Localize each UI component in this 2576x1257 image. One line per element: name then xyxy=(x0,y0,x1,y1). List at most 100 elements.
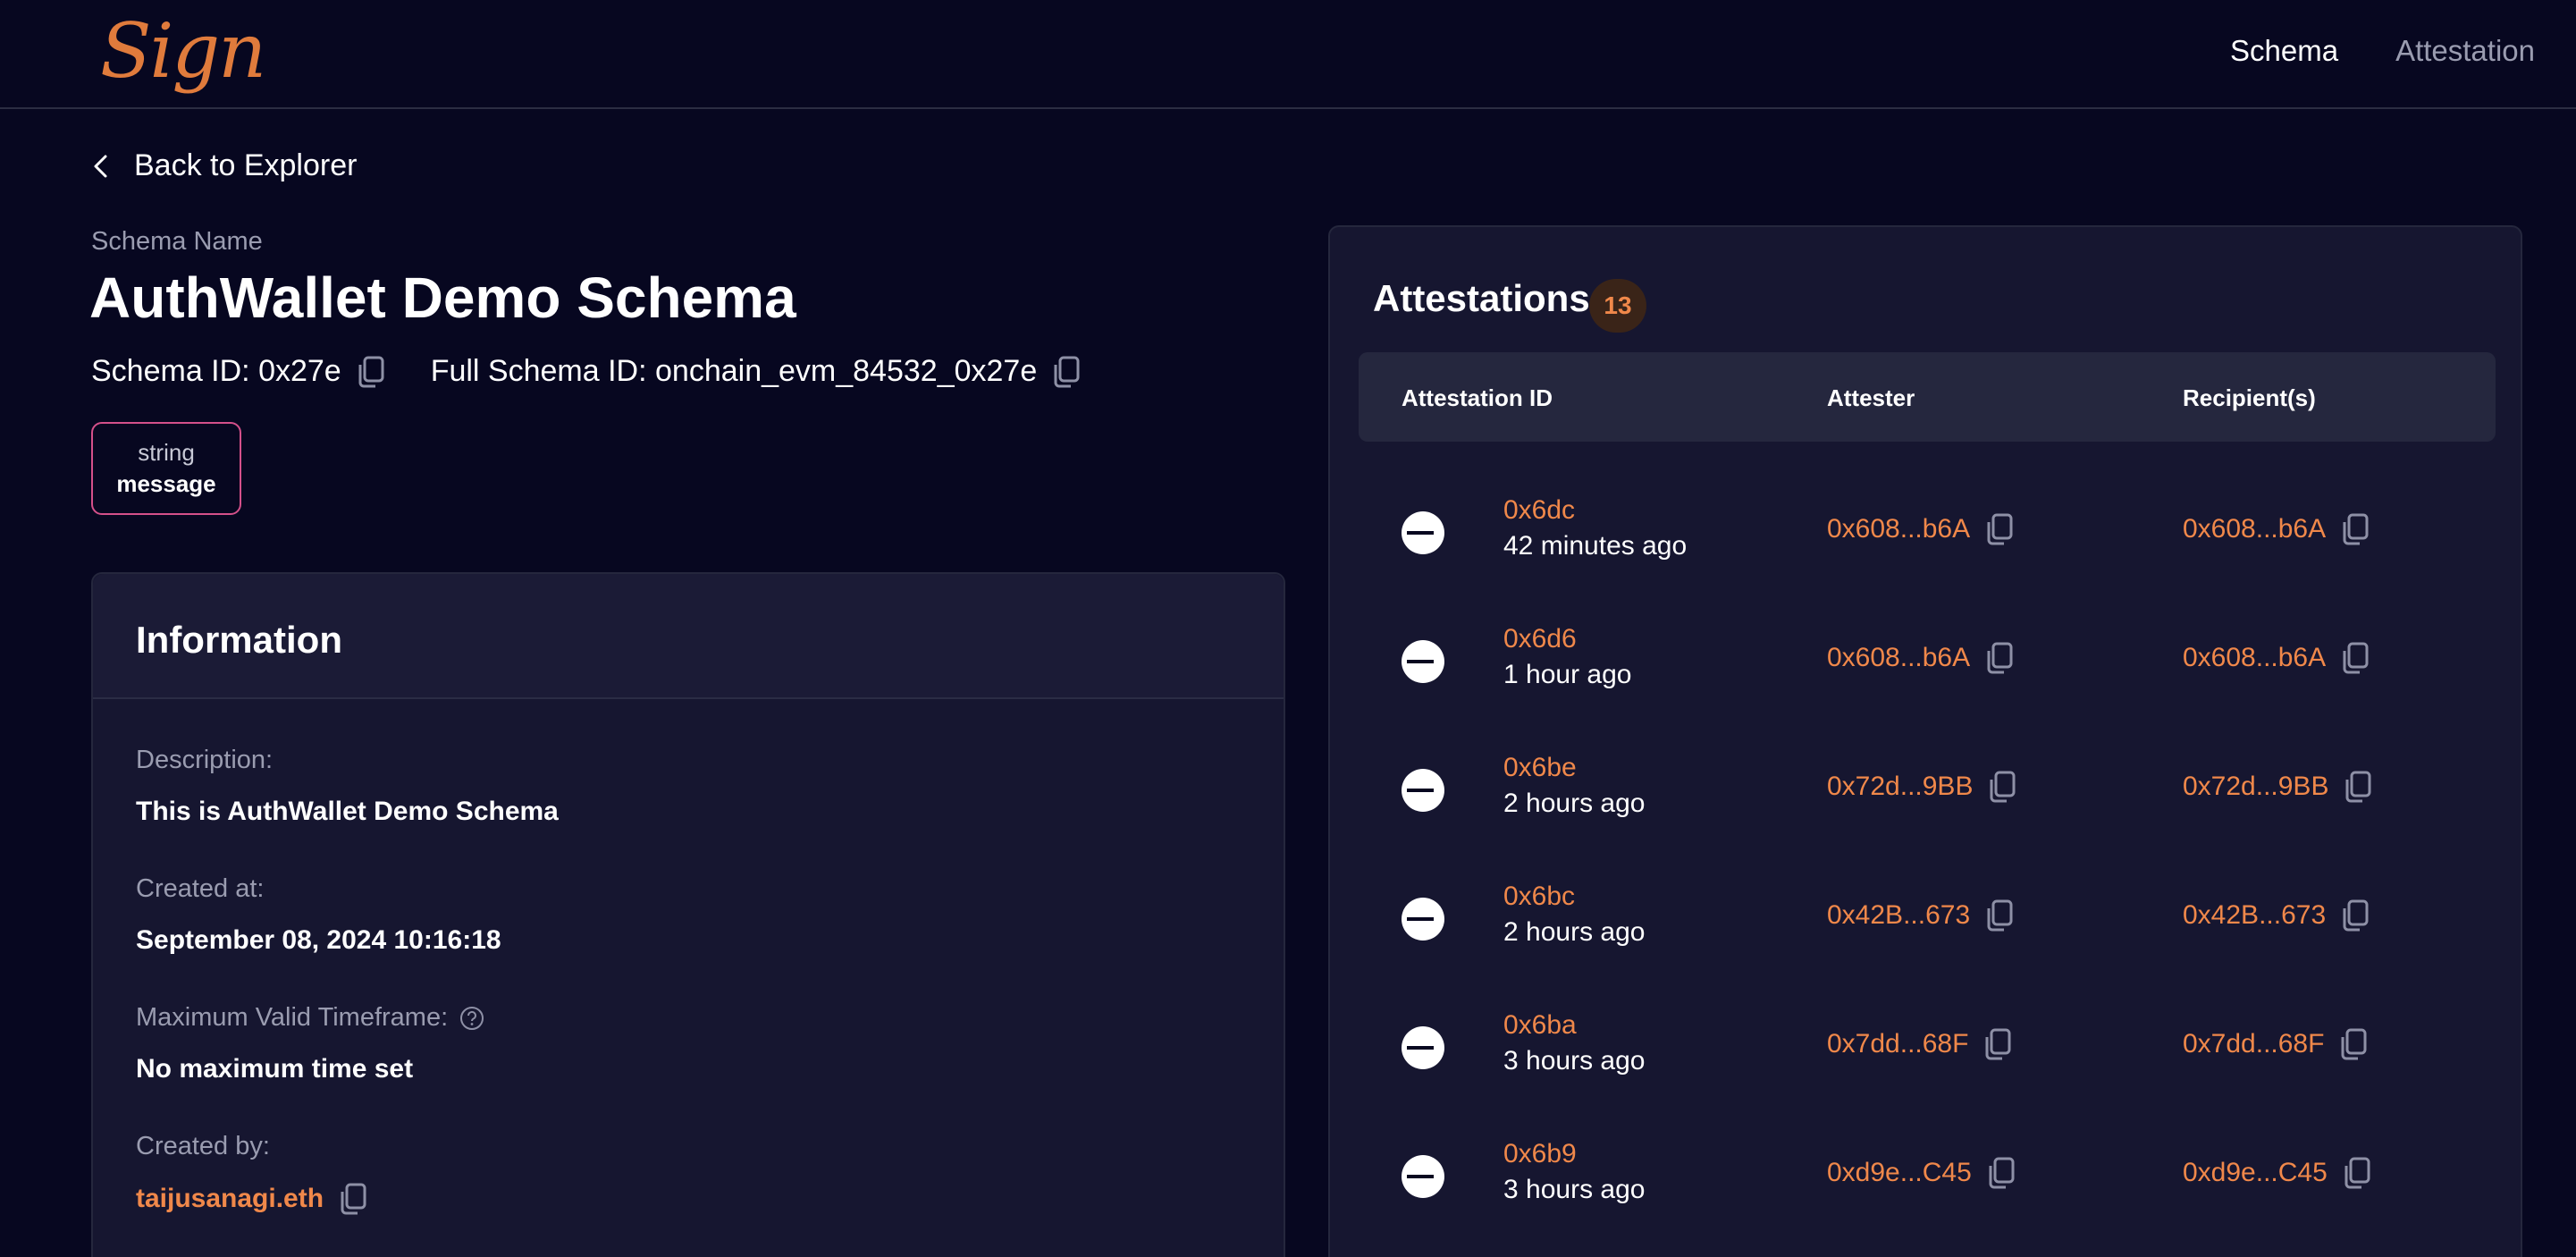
revoke-status-icon xyxy=(1402,1026,1444,1069)
max-timeframe-value: No maximum time set xyxy=(136,1054,414,1084)
description-value: This is AuthWallet Demo Schema xyxy=(136,797,559,826)
recipient-cell: 0x72d...9BB xyxy=(2183,771,2371,803)
attester-address-link[interactable]: 0x608...b6A xyxy=(1827,643,1970,673)
attester-address-link[interactable]: 0x72d...9BB xyxy=(1827,772,1973,802)
attestation-id-link[interactable]: 0x6d6 xyxy=(1503,624,1577,654)
attester-cell: 0x42B...673 xyxy=(1827,899,2013,932)
copy-icon[interactable] xyxy=(1988,1157,2015,1189)
attestation-time: 3 hours ago xyxy=(1503,1175,1646,1204)
recipient-cell: 0x608...b6A xyxy=(2183,513,2369,545)
created-by-link[interactable]: taijusanagi.eth xyxy=(136,1184,324,1214)
top-bar: Sign Schema Attestation xyxy=(0,0,2576,109)
description-label: Description: xyxy=(136,746,274,774)
copy-icon[interactable] xyxy=(2342,513,2369,545)
chevron-left-icon xyxy=(94,155,107,177)
recipient-address-link[interactable]: 0x608...b6A xyxy=(2183,643,2326,673)
copy-icon[interactable] xyxy=(2342,899,2369,932)
nav-attestation[interactable]: Attestation xyxy=(2395,34,2535,68)
sign-logo[interactable]: Sign xyxy=(100,7,266,95)
attestation-id-link[interactable]: 0x6ba xyxy=(1503,1010,1577,1041)
attestations-title: Attestations xyxy=(1373,277,1590,319)
table-row[interactable]: 0x6ba 3 hours ago 0x7dd...68F 0x7dd...68F xyxy=(1359,982,2496,1110)
attestation-id-link[interactable]: 0x6bc xyxy=(1503,882,1575,912)
information-title: Information xyxy=(136,619,342,661)
attestations-card: Attestations 13 Attestation ID Attester … xyxy=(1328,225,2522,1257)
copy-icon[interactable] xyxy=(340,1183,366,1215)
attestation-time: 2 hours ago xyxy=(1503,789,1646,818)
copy-icon[interactable] xyxy=(2344,1157,2370,1189)
recipient-address-link[interactable]: 0x72d...9BB xyxy=(2183,772,2328,802)
schema-id-row: Schema ID: 0x27e Full Schema ID: onchain… xyxy=(91,354,1080,389)
copy-icon[interactable] xyxy=(1986,899,2013,932)
schema-field-chip: string message xyxy=(91,422,241,515)
recipient-address-link[interactable]: 0x608...b6A xyxy=(2183,514,2326,544)
attester-cell: 0xd9e...C45 xyxy=(1827,1157,2015,1189)
attestation-time: 2 hours ago xyxy=(1503,917,1646,947)
field-type: string xyxy=(138,439,195,466)
full-schema-id: Full Schema ID: onchain_evm_84532_0x27e xyxy=(430,354,1038,388)
attestation-time: 3 hours ago xyxy=(1503,1046,1646,1076)
question-circle-icon[interactable] xyxy=(459,1005,485,1032)
copy-icon[interactable] xyxy=(1986,513,2013,545)
attestation-id-link[interactable]: 0x6b9 xyxy=(1503,1139,1577,1169)
recipient-cell: 0x608...b6A xyxy=(2183,642,2369,674)
schema-id: Schema ID: 0x27e xyxy=(91,354,341,388)
max-timeframe-item: Maximum Valid Timeframe: No maximum time… xyxy=(136,1003,485,1084)
recipient-address-link[interactable]: 0x7dd...68F xyxy=(2183,1029,2324,1059)
schema-title: AuthWallet Demo Schema xyxy=(89,266,796,330)
attestation-id-link[interactable]: 0x6be xyxy=(1503,753,1577,783)
revoke-status-icon xyxy=(1402,511,1444,554)
column-recipients: Recipient(s) xyxy=(2183,384,2316,411)
recipient-cell: 0x7dd...68F xyxy=(2183,1028,2367,1060)
recipient-address-link[interactable]: 0x42B...673 xyxy=(2183,900,2326,931)
back-to-explorer-link[interactable]: Back to Explorer xyxy=(91,148,357,183)
attester-address-link[interactable]: 0x7dd...68F xyxy=(1827,1029,1968,1059)
information-card: Information Description: This is AuthWal… xyxy=(91,572,1285,1257)
nav-schema[interactable]: Schema xyxy=(2230,34,2338,68)
attestations-table-header: Attestation ID Attester Recipient(s) xyxy=(1359,352,2496,442)
attester-cell: 0x7dd...68F xyxy=(1827,1028,2011,1060)
attester-address-link[interactable]: 0xd9e...C45 xyxy=(1827,1158,1972,1188)
field-name: message xyxy=(116,470,216,497)
column-attester: Attester xyxy=(1827,384,1915,411)
table-row[interactable]: 0x6bc 2 hours ago 0x42B...673 0x42B...673 xyxy=(1359,853,2496,982)
copy-icon[interactable] xyxy=(2340,1028,2367,1060)
attestation-id-link[interactable]: 0x6dc xyxy=(1503,495,1575,526)
copy-icon[interactable] xyxy=(2344,771,2371,803)
copy-icon[interactable] xyxy=(1989,771,2016,803)
copy-icon[interactable] xyxy=(358,356,384,388)
created-by-label: Created by: xyxy=(136,1132,270,1160)
table-row[interactable]: 0x6be 2 hours ago 0x72d...9BB 0x72d...9BB xyxy=(1359,724,2496,853)
revoke-status-icon xyxy=(1402,1155,1444,1198)
copy-icon[interactable] xyxy=(2342,642,2369,674)
attester-address-link[interactable]: 0x42B...673 xyxy=(1827,900,1970,931)
recipient-cell: 0x42B...673 xyxy=(2183,899,2369,932)
revoke-status-icon xyxy=(1402,640,1444,683)
copy-icon[interactable] xyxy=(1053,356,1080,388)
max-timeframe-label-row: Maximum Valid Timeframe: xyxy=(136,1003,485,1033)
recipient-cell: 0xd9e...C45 xyxy=(2183,1157,2370,1189)
attestation-time: 42 minutes ago xyxy=(1503,531,1688,561)
table-row[interactable]: 0x6d6 1 hour ago 0x608...b6A 0x608...b6A xyxy=(1359,595,2496,724)
column-attestation-id: Attestation ID xyxy=(1402,384,1553,411)
schema-name-label: Schema Name xyxy=(91,227,263,256)
back-link-label: Back to Explorer xyxy=(134,148,358,182)
copy-icon[interactable] xyxy=(1984,1028,2011,1060)
table-row[interactable]: 0x6b9 3 hours ago 0xd9e...C45 0xd9e...C45 xyxy=(1359,1110,2496,1239)
recipient-address-link[interactable]: 0xd9e...C45 xyxy=(2183,1158,2328,1188)
top-nav: Schema Attestation xyxy=(2230,34,2535,68)
attester-address-link[interactable]: 0x608...b6A xyxy=(1827,514,1970,544)
table-row[interactable]: 0x6dc 42 minutes ago 0x608...b6A 0x608...b6… xyxy=(1359,467,2496,595)
created-by-item: Created by: taijusanagi.eth xyxy=(136,1132,366,1215)
attestation-time: 1 hour ago xyxy=(1503,660,1632,689)
attester-cell: 0x72d...9BB xyxy=(1827,771,2016,803)
revoke-status-icon xyxy=(1402,898,1444,941)
copy-icon[interactable] xyxy=(1986,642,2013,674)
revoke-status-icon xyxy=(1402,769,1444,812)
attester-cell: 0x608...b6A xyxy=(1827,513,2013,545)
created-at-item: Created at: September 08, 2024 10:16:18 xyxy=(136,874,501,956)
attester-cell: 0x608...b6A xyxy=(1827,642,2013,674)
created-by-row: taijusanagi.eth xyxy=(136,1183,366,1215)
attestations-count-badge: 13 xyxy=(1589,279,1646,333)
max-timeframe-label: Maximum Valid Timeframe: xyxy=(136,1003,449,1032)
